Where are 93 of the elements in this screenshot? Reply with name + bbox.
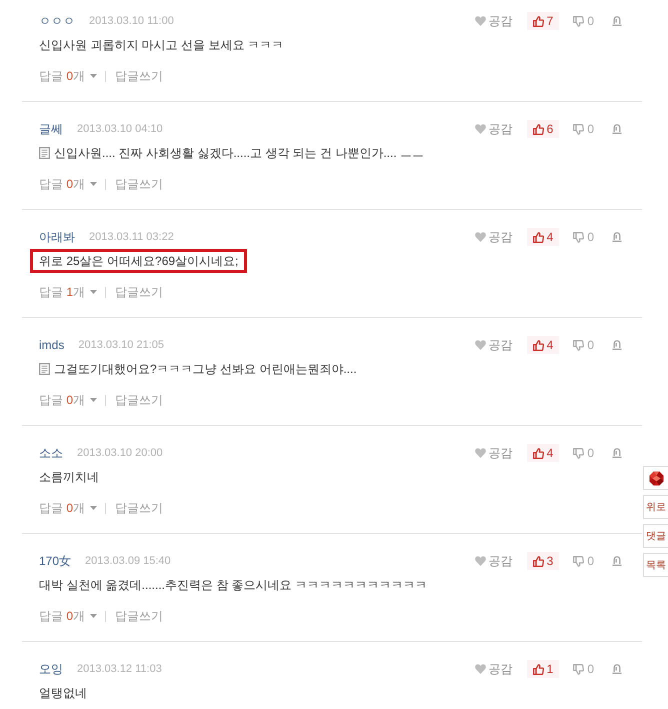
dislike-button[interactable]: 0 [569, 120, 598, 138]
comment-date: 2013.03.11 03:22 [89, 231, 174, 243]
thumbs-up-icon [532, 16, 544, 26]
write-reply-link[interactable]: 답글쓰기 [115, 68, 164, 84]
author-name[interactable]: ㅇㅇㅇ [39, 12, 75, 30]
caret-icon [90, 398, 98, 402]
empathy-button[interactable]: 공감 [470, 118, 517, 140]
author-name[interactable]: 오잉 [39, 660, 63, 678]
side-nav-button[interactable]: 위로 [643, 495, 668, 519]
side-nav-button[interactable]: 댓글 [643, 524, 668, 548]
heart-icon [474, 232, 486, 242]
thumbs-down-icon [573, 232, 584, 242]
siren-icon [612, 124, 622, 134]
empathy-button[interactable]: 공감 [470, 442, 517, 464]
comment-date: 2013.03.10 21:05 [78, 339, 164, 351]
empathy-button[interactable]: 공감 [470, 334, 517, 356]
gem-icon [648, 470, 664, 486]
thumbs-down-icon [573, 448, 584, 458]
replies-toggle[interactable]: 답글 0개 [39, 500, 98, 516]
author-name[interactable]: 아래봐 [39, 228, 75, 246]
thumbs-down-icon [573, 124, 584, 134]
empathy-button[interactable]: 공감 [470, 658, 517, 680]
thumbs-down-icon [573, 340, 584, 350]
thumbs-down-icon [573, 664, 584, 674]
thumbs-down-icon [573, 16, 584, 26]
write-reply-link[interactable]: 답글쓰기 [115, 608, 164, 624]
like-button[interactable]: 4 [526, 228, 560, 246]
comment-date: 2013.03.10 04:10 [77, 123, 163, 135]
thumbs-up-icon [532, 124, 544, 134]
replies-toggle[interactable]: 답글 0개 [39, 68, 98, 84]
thumbs-up-icon [532, 448, 544, 458]
empathy-button[interactable]: 공감 [470, 550, 517, 572]
siren-icon [612, 664, 622, 674]
author-name[interactable]: 170女 [39, 552, 72, 570]
siren-icon [612, 16, 622, 26]
dislike-button[interactable]: 0 [569, 444, 598, 462]
comment-date: 2013.03.10 20:00 [77, 447, 163, 459]
heart-icon [474, 664, 486, 674]
heart-icon [474, 124, 486, 134]
comment-text: 신입사원 괴롭히지 마시고 선을 보세요 ㅋㅋㅋ [39, 36, 284, 54]
empathy-button[interactable]: 공감 [470, 226, 517, 248]
thumbs-up-icon [532, 556, 544, 566]
comment-date: 2013.03.10 11:00 [89, 15, 174, 27]
dislike-button[interactable]: 0 [569, 12, 598, 30]
comment-text: 대박 실천에 옮겼데.......추진력은 참 좋으시네요 ㅋㅋㅋㅋㅋㅋㅋㅋㅋㅋㅋ [39, 576, 428, 594]
siren-icon [612, 232, 622, 242]
comment-text: 그걸또기대했어요?ㅋㅋㅋ그냥 선봐요 어린애는뭔죄야.... [54, 360, 357, 378]
write-reply-link[interactable]: 답글쓰기 [115, 284, 164, 300]
write-reply-link[interactable]: 답글쓰기 [115, 500, 164, 516]
like-button[interactable]: 3 [526, 552, 560, 570]
comment-date: 2013.03.12 11:03 [77, 663, 162, 675]
like-button[interactable]: 1 [526, 660, 560, 678]
thumbs-up-icon [532, 340, 544, 350]
comment-date: 2013.03.09 15:40 [85, 555, 171, 567]
comment-text: 소름끼치네 [39, 468, 99, 486]
comment-text: 신입사원.... 진짜 사회생활 싫겠다.....고 생각 되는 건 나뿐인가.... ㅡㅡ [54, 144, 424, 162]
thumbs-down-icon [573, 556, 584, 566]
dislike-button[interactable]: 0 [569, 336, 598, 354]
like-button[interactable]: 7 [526, 12, 560, 30]
replies-toggle[interactable]: 답글 0개 [39, 176, 98, 192]
caret-icon [90, 614, 98, 618]
heart-icon [474, 16, 486, 26]
comment-text: 얼탱없네 [39, 684, 87, 702]
replies-toggle[interactable]: 답글 1개 [39, 284, 98, 300]
gem-button[interactable] [643, 466, 668, 490]
caret-icon [90, 290, 98, 294]
side-nav-button[interactable]: 목록 [643, 553, 668, 577]
thumbs-up-icon [532, 664, 544, 674]
caret-icon [90, 182, 98, 186]
replies-toggle[interactable]: 답글 0개 [39, 608, 98, 624]
heart-icon [474, 448, 486, 458]
thumbs-up-icon [532, 232, 544, 242]
like-button[interactable]: 4 [526, 336, 560, 354]
write-reply-link[interactable]: 답글쓰기 [115, 176, 164, 192]
write-reply-link[interactable]: 답글쓰기 [115, 392, 164, 408]
siren-icon [612, 556, 622, 566]
caret-icon [90, 506, 98, 510]
dislike-button[interactable]: 0 [569, 228, 598, 246]
like-button[interactable]: 4 [526, 444, 560, 462]
comment-text: 위로 25살은 어떠세요?69살이시네요; [39, 252, 238, 270]
author-name[interactable]: imds [39, 338, 64, 352]
heart-icon [474, 340, 486, 350]
like-button[interactable]: 6 [526, 120, 560, 138]
empathy-button[interactable]: 공감 [470, 10, 517, 32]
heart-icon [474, 556, 486, 566]
dislike-button[interactable]: 0 [569, 552, 598, 570]
caret-icon [90, 74, 98, 78]
author-name[interactable]: 글쎄 [39, 120, 63, 138]
dislike-button[interactable]: 0 [569, 660, 598, 678]
replies-toggle[interactable]: 답글 0개 [39, 392, 98, 408]
author-name[interactable]: 소소 [39, 444, 63, 462]
siren-icon [612, 448, 622, 458]
siren-icon [612, 340, 622, 350]
